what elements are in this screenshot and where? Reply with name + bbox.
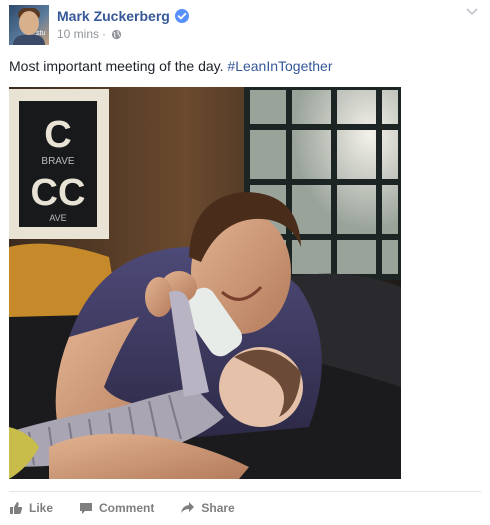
verified-badge-icon (174, 9, 189, 23)
avatar-text: stu (36, 30, 46, 37)
actions-divider (9, 491, 481, 492)
meta-separator: · (102, 27, 107, 41)
globe-icon[interactable] (111, 29, 122, 40)
like-label: Like (29, 501, 54, 515)
like-button[interactable]: Like (9, 501, 53, 515)
comment-icon (80, 503, 93, 514)
post-meta: 10 mins · (57, 27, 122, 41)
post-text: Most important meeting of the day. #Lean… (9, 57, 333, 76)
author-avatar[interactable]: stu (9, 5, 49, 45)
share-button[interactable]: Share (180, 501, 235, 515)
chevron-down-icon[interactable] (465, 7, 479, 17)
share-label: Share (201, 501, 235, 515)
comment-button[interactable]: Comment (79, 501, 154, 515)
post-actions: Like Comment Share (9, 498, 261, 518)
hashtag-link[interactable]: #LeanInTogether (227, 58, 332, 74)
post-body-text: Most important meeting of the day. (9, 58, 228, 74)
sign-letter-2: BRAVE (41, 156, 74, 167)
sign-letter-4: AVE (49, 213, 66, 223)
timestamp-link[interactable]: 10 mins (57, 27, 99, 41)
thumbs-up-icon (10, 502, 23, 514)
share-arrow-icon (181, 502, 195, 513)
sign-letter-3: CC (31, 172, 86, 214)
comment-label: Comment (99, 501, 155, 515)
photo-illustration: C BRAVE CC AVE (9, 87, 401, 479)
author-row: Mark Zuckerberg (57, 6, 189, 26)
feed-post: stu Mark Zuckerberg 10 mins · Most impor… (0, 0, 490, 525)
author-name-link[interactable]: Mark Zuckerberg (57, 8, 170, 24)
post-photo[interactable]: C BRAVE CC AVE (9, 87, 401, 479)
sign-letter-1: C (44, 114, 71, 156)
